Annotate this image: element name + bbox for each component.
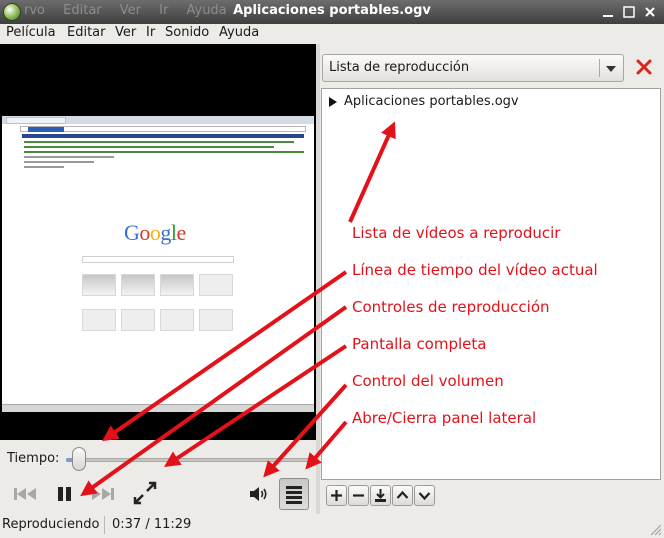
add-to-playlist-button[interactable] bbox=[326, 485, 347, 506]
sidebar-toggle-icon bbox=[286, 486, 302, 504]
google-logo: Google bbox=[124, 220, 186, 245]
sidebar-view-label: Lista de reproducción bbox=[329, 60, 470, 75]
close-sidebar-icon[interactable] bbox=[635, 58, 653, 76]
frame-search-box bbox=[82, 256, 234, 263]
chevron-up-icon bbox=[396, 490, 409, 499]
previous-icon bbox=[14, 488, 36, 500]
playback-state: Reproduciendo bbox=[2, 517, 100, 532]
close-icon bbox=[645, 7, 655, 17]
plus-icon bbox=[331, 490, 342, 501]
move-up-button[interactable] bbox=[392, 485, 413, 506]
frame-tabstrip bbox=[2, 116, 314, 124]
frame-text-line bbox=[24, 146, 274, 148]
status-divider bbox=[104, 516, 105, 534]
frame-url-selection bbox=[28, 127, 64, 132]
frame-thumbnail bbox=[160, 274, 194, 296]
frame-thumbnail bbox=[199, 274, 233, 296]
frame-thumbnail bbox=[160, 309, 194, 331]
menu-pelicula[interactable]: Película bbox=[6, 25, 56, 40]
next-button[interactable] bbox=[90, 483, 118, 505]
frame-text-line bbox=[24, 141, 294, 143]
volume-button[interactable] bbox=[248, 483, 270, 505]
playlist-item-title: Aplicaciones portables.ogv bbox=[344, 94, 519, 109]
fullscreen-button[interactable] bbox=[132, 480, 158, 505]
annotation-timeline: Línea de tiempo del vídeo actual bbox=[352, 261, 598, 279]
frame-text-line bbox=[24, 166, 64, 168]
video-area[interactable]: Google bbox=[0, 44, 316, 440]
menu-ir[interactable]: Ir bbox=[146, 25, 155, 40]
frame-taskbar bbox=[2, 404, 314, 412]
annotation-sidebar-toggle: Abre/Cierra panel lateral bbox=[352, 409, 537, 427]
frame-text-line bbox=[24, 161, 94, 163]
sidebar-toggle-button[interactable] bbox=[279, 478, 309, 510]
time-label: Tiempo: bbox=[7, 451, 60, 466]
chevron-down-icon bbox=[606, 66, 616, 72]
frame-thumbnail bbox=[121, 309, 155, 331]
menu-editar[interactable]: Editar bbox=[67, 25, 106, 40]
playback-time: 0:37 / 11:29 bbox=[112, 517, 192, 532]
status-bar: Reproduciendo 0:37 / 11:29 bbox=[0, 514, 664, 538]
time-slider-handle[interactable] bbox=[72, 447, 87, 471]
sidebar-view-select[interactable]: Lista de reproducción bbox=[322, 54, 624, 82]
menu-sonido[interactable]: Sonido bbox=[165, 25, 209, 40]
next-icon bbox=[92, 488, 114, 500]
menu-ver[interactable]: Ver bbox=[115, 25, 136, 40]
combo-divider bbox=[599, 59, 600, 77]
maximize-button[interactable] bbox=[621, 4, 637, 20]
save-icon bbox=[375, 489, 386, 502]
pause-icon bbox=[58, 487, 71, 501]
fullscreen-icon bbox=[133, 481, 157, 505]
close-window-button[interactable] bbox=[642, 4, 658, 20]
time-slider-track[interactable] bbox=[66, 458, 314, 462]
frame-thumbnail bbox=[82, 309, 116, 331]
frame-thumbnail bbox=[121, 274, 155, 296]
save-playlist-button[interactable] bbox=[370, 485, 391, 506]
annotation-playlist: Lista de vídeos a reproducir bbox=[352, 224, 561, 242]
now-playing-icon bbox=[329, 97, 337, 107]
frame-suggestion bbox=[22, 134, 304, 138]
chevron-down-icon bbox=[418, 492, 431, 501]
move-down-button[interactable] bbox=[414, 485, 435, 506]
menu-bar: Película Editar Ver Ir Sonido Ayuda bbox=[0, 24, 664, 44]
window-title: Aplicaciones portables.ogv bbox=[233, 3, 431, 18]
minimize-button[interactable] bbox=[600, 4, 616, 20]
minimize-icon bbox=[603, 15, 613, 17]
menu-ayuda[interactable]: Ayuda bbox=[219, 25, 259, 40]
resize-grip-icon[interactable] bbox=[648, 522, 662, 536]
volume-icon bbox=[250, 487, 267, 501]
annotation-volume: Control del volumen bbox=[352, 372, 504, 390]
frame-text-line bbox=[24, 156, 114, 158]
frame-tab bbox=[6, 117, 66, 124]
frame-thumbnail bbox=[199, 309, 233, 331]
remove-from-playlist-button[interactable] bbox=[348, 485, 369, 506]
minus-icon bbox=[353, 494, 364, 497]
maximize-icon bbox=[623, 6, 635, 18]
annotation-controls: Controles de reproducción bbox=[352, 298, 550, 316]
video-frame: Google bbox=[2, 116, 314, 412]
frame-thumbnail bbox=[82, 274, 116, 296]
previous-button[interactable] bbox=[12, 483, 38, 505]
annotation-fullscreen: Pantalla completa bbox=[352, 335, 487, 353]
pane-divider[interactable] bbox=[316, 44, 320, 514]
pause-button[interactable] bbox=[54, 483, 76, 505]
title-bar: rvo Editar Ver Ir Ayuda Aplicaciones por… bbox=[0, 0, 664, 24]
frame-text-line bbox=[24, 151, 304, 153]
